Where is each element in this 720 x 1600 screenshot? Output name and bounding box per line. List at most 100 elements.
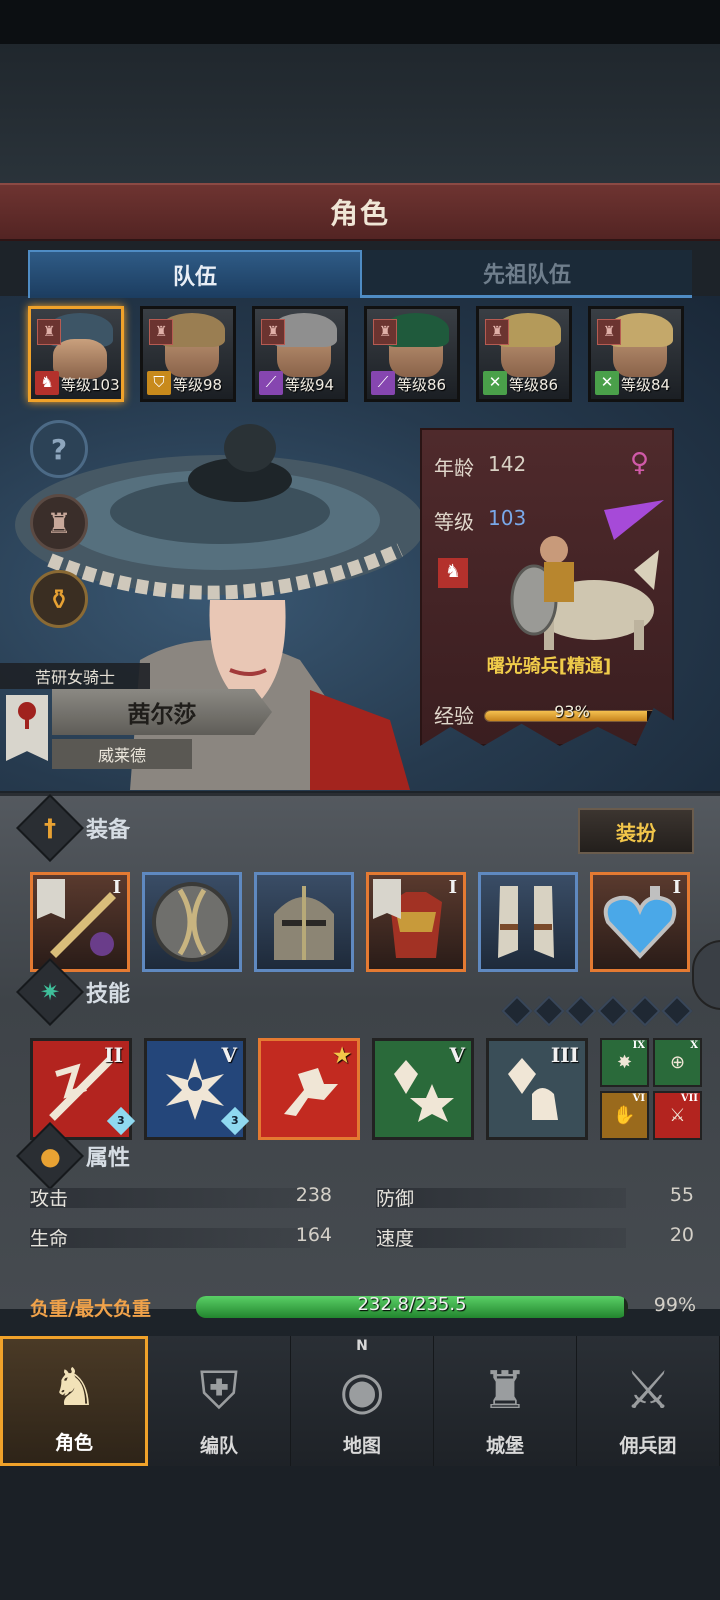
tab-team[interactable]: 队伍 (28, 250, 362, 298)
class-title: 苦研女骑士 (0, 663, 150, 689)
guard-passive[interactable]: ✋ VI (600, 1091, 649, 1140)
age-value: 142 (488, 452, 527, 476)
tab-ancestor-team[interactable]: 先祖队伍 (362, 250, 692, 298)
roster-slot[interactable]: ♜ ⟋ 等级86 (364, 306, 460, 402)
help-button[interactable]: ? (30, 420, 88, 478)
lance-weapon-slot[interactable]: I (30, 872, 130, 972)
stat-speed: 速度 20 (376, 1224, 694, 1252)
mount-illustration (510, 500, 664, 650)
skill-rank: IX (632, 1040, 645, 1051)
class-icon: ♜ (373, 319, 397, 345)
nav-castle[interactable]: ♜ 城堡 (434, 1336, 577, 1466)
roster-slot[interactable]: ♜ ♞ 等级103 (28, 306, 124, 402)
skill-rank: VII (680, 1093, 698, 1104)
stat-defense: 防御 55 (376, 1184, 694, 1212)
nav-formation[interactable]: ⛨ 编队 (148, 1336, 291, 1466)
equipment-row: I I I (30, 872, 694, 972)
age-label: 年龄 (434, 456, 474, 480)
stat-value: 164 (295, 1224, 332, 1246)
slot-diamond (629, 995, 661, 1027)
slot-diamond (501, 995, 533, 1027)
nav-label: 角色 (54, 1432, 93, 1454)
stat-bar (30, 1228, 310, 1248)
armor-slot[interactable]: I (366, 872, 466, 972)
charge-skill[interactable]: II 3 (30, 1038, 136, 1140)
slot-diamond (597, 995, 629, 1027)
bottom-nav: ♞ 角色 ⛨ 编队 N ◉ 地图 ♜ 城堡 ⚔ 佣兵团 (0, 1336, 720, 1466)
status-bar (0, 0, 720, 44)
stat-value: 20 (669, 1224, 694, 1246)
mount-name: 曙光骑兵[精通] (486, 656, 612, 677)
nav-label: 佣兵团 (619, 1435, 677, 1457)
skills-header: ✷ 技能 (16, 958, 131, 1026)
stat-label: 速度 (376, 1228, 415, 1250)
steel-boots-icon (498, 886, 554, 958)
slot-diamond (661, 995, 693, 1027)
skill-slot-indicators (501, 995, 693, 1027)
roster-slot[interactable]: ♜ ⛉ 等级98 (140, 306, 236, 402)
amulet-slot[interactable]: I (590, 872, 690, 972)
exp-percent: 93% (554, 702, 590, 721)
formation-icon: ⛨ (199, 1360, 239, 1421)
class-icon: ♜ (149, 319, 173, 345)
slot-diamond (533, 995, 565, 1027)
roster-slot[interactable]: ♜ ✕ 等级84 (588, 306, 684, 402)
stat-bar (30, 1188, 310, 1208)
roster-slot[interactable]: ♜ ✕ 等级86 (476, 306, 572, 402)
tier-label: I (448, 877, 457, 898)
burst-passive[interactable]: ✸ IX (600, 1038, 649, 1087)
roster: ♜ ♞ 等级103 ♜ ⛉ 等级98 ♜ ⟋ 等级94 ♜ ⟋ 等级86 ♜ ✕… (28, 306, 692, 402)
nav-map[interactable]: N ◉ 地图 (291, 1336, 434, 1466)
shield-slot[interactable] (142, 872, 242, 972)
hero-name[interactable]: 茜尔莎 (52, 689, 272, 735)
skill-rank: VI (632, 1093, 645, 1104)
tab-row: 队伍 先祖队伍 (28, 250, 692, 298)
crystal-burst-skill[interactable]: V (372, 1038, 474, 1140)
skills-title: 技能 (86, 982, 131, 1007)
helmet-slot[interactable] (254, 872, 354, 972)
tier-label: I (672, 877, 681, 898)
target-passive[interactable]: ⊕ X (653, 1038, 702, 1087)
attributes-header: ● 属性 (16, 1122, 131, 1190)
shield-icon: ⛉ (147, 371, 171, 395)
mounted-knight-icon: ♞ (35, 371, 59, 395)
skill-rank: X (690, 1040, 698, 1051)
hero-origin: 威莱德 (52, 739, 192, 769)
holy-burst-skill[interactable]: V 3 (144, 1038, 250, 1140)
tree-banner-icon (6, 695, 48, 761)
rush-skill[interactable]: ★ (258, 1038, 360, 1140)
skill-star: ★ (333, 1043, 351, 1067)
stat-value: 238 (295, 1184, 332, 1206)
level-label: 等级 (434, 510, 474, 534)
equipment-header: † 装备 (16, 794, 130, 862)
nav-mercenary[interactable]: ⚔ 佣兵团 (577, 1336, 720, 1466)
compass-map-icon: ◉ (339, 1361, 385, 1421)
sword-passive[interactable]: ⚔ VII (653, 1091, 702, 1140)
stat-value: 55 (669, 1184, 694, 1206)
level-label: 等级98 (173, 376, 223, 394)
level-label: 等级103 (61, 376, 120, 394)
tree-banner-icon (37, 879, 65, 919)
attributes-title: 属性 (86, 1146, 131, 1171)
nav-label: 编队 (199, 1435, 238, 1457)
class-button[interactable]: ♜ (30, 494, 88, 552)
crystal-strike-skill[interactable]: III (486, 1038, 588, 1140)
skill-row: II 3 V 3 ★ V III ✸ IX ⊕ X ✋ VI ⚔ VII (30, 1038, 702, 1140)
stat-label: 攻击 (30, 1188, 69, 1210)
staff-icon: ⟋ (259, 371, 283, 395)
roster-slot[interactable]: ♜ ⟋ 等级94 (252, 306, 348, 402)
title-banner: 角色 (0, 183, 720, 241)
skill-rank: V (449, 1043, 465, 1067)
star-burst-icon: ✷ (16, 958, 84, 1026)
nav-character[interactable]: ♞ 角色 (0, 1336, 148, 1466)
gem-count: 3 (231, 1114, 239, 1127)
sword-icon: † (16, 794, 84, 862)
level-label: 等级86 (509, 376, 559, 394)
holy-burst-skill-icon (166, 1058, 224, 1120)
level-label: 等级94 (285, 376, 335, 394)
boots-slot[interactable] (478, 872, 578, 972)
potion-button[interactable]: ⚱ (30, 570, 88, 628)
dress-up-button[interactable]: 装扮 (578, 808, 694, 854)
passive-skills-grid: ✸ IX ⊕ X ✋ VI ⚔ VII (600, 1038, 702, 1140)
nav-label: 城堡 (485, 1435, 524, 1457)
